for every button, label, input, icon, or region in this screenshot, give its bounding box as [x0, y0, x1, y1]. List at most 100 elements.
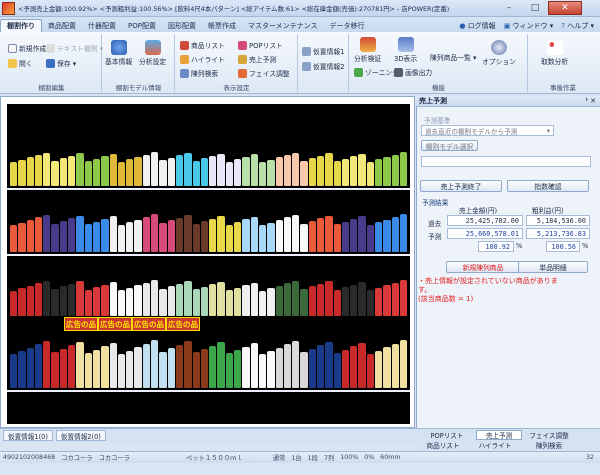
product-bottle[interactable] [250, 154, 258, 186]
product-bottle[interactable] [84, 161, 92, 186]
product-bottle[interactable] [308, 348, 316, 388]
product-bottle[interactable] [134, 219, 142, 252]
product-bottle[interactable] [250, 343, 258, 388]
product-bottle[interactable] [350, 346, 358, 388]
sales-forecast-button[interactable]: 売上予測 [238, 54, 276, 64]
product-bottle[interactable] [200, 286, 209, 316]
pin-close-icon[interactable]: ᅡ ✕ [581, 96, 596, 106]
product-bottle[interactable] [126, 159, 134, 186]
product-bottle[interactable] [134, 285, 142, 316]
product-bottle[interactable] [51, 289, 59, 316]
product-bottle[interactable] [18, 351, 26, 388]
product-bottle[interactable] [283, 217, 292, 252]
ad-label[interactable]: 広告の品 [132, 317, 166, 331]
product-bottle[interactable] [175, 283, 184, 316]
product-bottle[interactable] [292, 280, 300, 316]
product-bottle[interactable] [200, 158, 209, 186]
highlight-button[interactable]: ハイライト [180, 54, 225, 64]
pop-list-button[interactable]: POPリスト [238, 40, 283, 50]
product-bottle[interactable] [142, 282, 151, 316]
product-bottle[interactable] [300, 223, 308, 252]
product-bottle[interactable] [366, 353, 375, 388]
product-bottle[interactable] [59, 158, 68, 186]
product-bottle[interactable] [84, 352, 92, 388]
product-list-button[interactable]: 商品リスト [180, 40, 225, 50]
product-bottle[interactable] [76, 281, 84, 316]
product-bottle[interactable] [109, 154, 117, 186]
tab-highlight[interactable]: ハイライト [472, 440, 518, 450]
product-bottle[interactable] [117, 161, 126, 186]
product-bottle[interactable] [126, 222, 134, 252]
product-bottle[interactable] [109, 282, 117, 316]
product-bottle[interactable] [383, 219, 391, 252]
product-bottle[interactable] [242, 219, 250, 252]
tab-face-adjust[interactable]: フェイス調整 [522, 430, 576, 440]
product-bottle[interactable] [209, 284, 217, 316]
product-bottle[interactable] [267, 159, 275, 186]
product-bottle[interactable] [308, 286, 316, 316]
product-bottle[interactable] [267, 351, 275, 388]
temp-tab-2[interactable]: 仮置情報2(0) [55, 430, 106, 441]
product-bottle[interactable] [192, 223, 200, 252]
ad-label[interactable]: 広告の品 [64, 317, 98, 331]
product-bottle[interactable] [350, 284, 358, 316]
product-bottle[interactable] [59, 220, 68, 252]
product-bottle[interactable] [300, 352, 308, 388]
temp-info2-button[interactable]: 仮置情報2 [302, 61, 345, 71]
product-bottle[interactable] [399, 152, 408, 186]
product-bottle[interactable] [234, 287, 242, 316]
product-bottle[interactable] [316, 155, 325, 186]
product-bottle[interactable] [333, 224, 341, 252]
log-menu[interactable]: ● ログ情報 [459, 21, 495, 31]
product-bottle[interactable] [200, 221, 209, 252]
product-bottle[interactable] [26, 285, 34, 316]
product-bottle[interactable] [234, 350, 242, 388]
product-bottle[interactable] [234, 221, 242, 252]
product-bottle[interactable] [92, 158, 101, 186]
tab-fixture-place[interactable]: 什器配置 [82, 19, 122, 32]
product-bottle[interactable] [26, 347, 34, 388]
close-button[interactable]: ✕ [548, 1, 582, 15]
product-bottle[interactable] [383, 347, 391, 388]
text-shelf-button[interactable]: テキスト棚割 ▾ [46, 43, 103, 53]
product-bottle[interactable] [126, 350, 134, 388]
product-bottle[interactable] [250, 216, 258, 252]
product-bottle[interactable] [167, 157, 175, 186]
tab-sales-forecast[interactable]: 売上予測 [476, 430, 522, 440]
product-bottle[interactable] [167, 220, 175, 252]
product-bottle[interactable] [308, 220, 316, 252]
product-bottle[interactable] [167, 348, 175, 388]
product-bottle[interactable] [142, 343, 151, 388]
product-bottle[interactable] [151, 280, 159, 316]
product-bottle[interactable] [142, 154, 151, 186]
tab-product-place[interactable]: 商品配置 [42, 19, 82, 32]
product-bottle[interactable] [267, 288, 275, 316]
product-bottle[interactable] [375, 350, 383, 388]
product-bottle[interactable] [341, 221, 350, 252]
product-bottle[interactable] [192, 352, 200, 388]
basis-select[interactable]: 過去直近の棚割モデルから予測 ▾ [421, 125, 554, 136]
shelf-planogram[interactable] [7, 104, 410, 424]
tab-pop-place[interactable]: POP配置 [122, 19, 162, 32]
product-bottle[interactable] [109, 342, 117, 388]
product-bottle[interactable] [126, 287, 134, 316]
product-bottle[interactable] [101, 346, 109, 388]
shelf-product-list-button[interactable]: 陳列商品一覧 ▾ [430, 52, 476, 62]
product-bottle[interactable] [51, 352, 59, 388]
product-bottle[interactable] [383, 157, 391, 186]
open-button[interactable]: 開く [8, 58, 33, 68]
product-bottle[interactable] [84, 224, 92, 252]
product-bottle[interactable] [366, 161, 375, 186]
maximize-button[interactable]: □ [522, 1, 548, 15]
new-button[interactable]: 新規作成 [8, 43, 46, 53]
product-bottle[interactable] [209, 218, 217, 252]
product-bottle[interactable] [134, 347, 142, 388]
product-bottle[interactable] [275, 157, 283, 186]
minimize-button[interactable]: – [496, 1, 522, 15]
option-button[interactable]: オプション [482, 40, 516, 66]
product-bottle[interactable] [151, 214, 159, 252]
product-bottle[interactable] [68, 218, 76, 252]
temp-info1-button[interactable]: 仮置情報1 [302, 46, 345, 56]
zoning-button[interactable]: ゾーニング [354, 67, 399, 77]
product-bottle[interactable] [142, 217, 151, 252]
